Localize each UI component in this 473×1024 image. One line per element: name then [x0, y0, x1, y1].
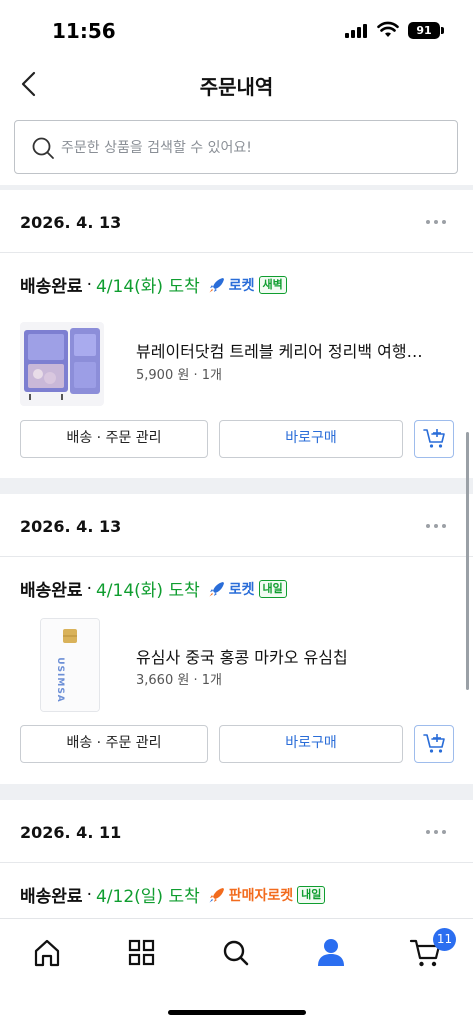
order-card: 2026. 4. 13 배송완료 · 4/14(화) 도착 로켓 새벽 뷰레이터…	[0, 190, 473, 478]
rocket-label: 판매자로켓	[228, 887, 294, 904]
separator-dot: ·	[86, 578, 92, 599]
delivery-badge: 새벽	[258, 275, 287, 294]
delivery-badge: 내일	[258, 579, 287, 598]
order-date: 2026. 4. 13	[20, 517, 122, 536]
sim-card-image	[41, 619, 99, 711]
divider	[0, 252, 473, 253]
manage-order-button[interactable]: 배송 · 주문 관리	[20, 420, 208, 458]
cart-count-badge: 11	[433, 928, 456, 951]
product-price: 3,660 원	[136, 673, 190, 688]
more-options-icon[interactable]	[426, 830, 448, 836]
rocket-icon	[209, 581, 224, 596]
more-options-icon[interactable]	[426, 524, 448, 530]
divider	[0, 556, 473, 557]
order-date: 2026. 4. 11	[20, 823, 122, 842]
delivery-status-label: 배송완료	[20, 581, 83, 601]
separator-dot: ·	[86, 274, 92, 295]
add-to-cart-icon	[423, 734, 445, 753]
more-options-icon[interactable]	[426, 220, 448, 226]
home-indicator	[168, 1010, 306, 1015]
separator-dot: ·	[193, 368, 202, 383]
rocket-delivery-tag: 로켓	[208, 579, 255, 599]
product-price-quantity: 5,900 원 · 1개	[136, 364, 222, 383]
search-placeholder: 주문한 상품을 검색할 수 있어요!	[61, 140, 252, 156]
battery-icon: 91	[408, 22, 440, 39]
arrival-date: 4/14(화) 도착	[95, 277, 200, 297]
travel-organizer-bag-image	[20, 322, 104, 406]
status-time: 11:56	[52, 19, 116, 43]
scrollbar[interactable]	[466, 432, 469, 690]
rocket-delivery-tag: 로켓	[208, 275, 255, 295]
add-to-cart-button[interactable]	[414, 725, 454, 763]
delivery-status-label: 배송완료	[20, 277, 83, 297]
product-quantity: 1개	[201, 673, 222, 688]
delivery-badge: 내일	[297, 885, 326, 904]
section-gap	[0, 478, 473, 494]
home-icon[interactable]	[25, 935, 69, 971]
arrival-date: 4/12(일) 도착	[95, 887, 200, 907]
arrival-date: 4/14(화) 도착	[95, 581, 200, 601]
rocket-label: 로켓	[228, 581, 255, 598]
separator-dot: ·	[86, 884, 92, 905]
product-quantity: 1개	[201, 368, 222, 383]
rocket-icon	[209, 887, 224, 902]
product-thumbnail[interactable]: USIMSA	[40, 618, 100, 712]
section-gap	[0, 784, 473, 800]
order-card: 2026. 4. 13 배송완료 · 4/14(화) 도착 로켓 내일 USIM…	[0, 494, 473, 784]
cellular-signal-icon	[345, 24, 371, 38]
status-bar: 11:56 91	[0, 0, 473, 60]
add-to-cart-icon	[423, 429, 445, 448]
manage-order-button[interactable]: 배송 · 주문 관리	[20, 725, 208, 763]
page-title: 주문내역	[199, 75, 274, 99]
category-grid-icon[interactable]	[120, 935, 164, 971]
wifi-icon	[377, 21, 399, 37]
order-card: 2026. 4. 11 배송완료 · 4/12(일) 도착 판매자로켓 내일	[0, 800, 473, 918]
my-account-icon[interactable]	[309, 935, 353, 971]
order-search-input[interactable]: 주문한 상품을 검색할 수 있어요!	[14, 120, 458, 174]
search-icon	[32, 137, 54, 159]
rocket-icon	[209, 277, 224, 292]
delivery-status-label: 배송완료	[20, 887, 83, 907]
product-price-quantity: 3,660 원 · 1개	[136, 669, 222, 688]
buy-now-button[interactable]: 바로구매	[219, 420, 403, 458]
sim-brand-label: USIMSA	[54, 657, 65, 703]
product-name[interactable]: 뷰레이터닷컴 트레블 케리어 정리백 여행…	[136, 338, 456, 362]
order-date: 2026. 4. 13	[20, 213, 122, 232]
seller-rocket-delivery-tag: 판매자로켓	[208, 885, 293, 905]
add-to-cart-button[interactable]	[414, 420, 454, 458]
delivery-status: 배송완료 · 4/14(화) 도착 로켓 새벽	[20, 272, 287, 297]
rocket-label: 로켓	[228, 277, 255, 294]
delivery-status: 배송완료 · 4/14(화) 도착 로켓 내일	[20, 576, 287, 601]
separator-dot: ·	[193, 673, 202, 688]
product-thumbnail[interactable]	[20, 322, 104, 406]
delivery-status: 배송완료 · 4/12(일) 도착 판매자로켓 내일	[20, 882, 326, 907]
header: 주문내역	[0, 60, 473, 110]
product-price: 5,900 원	[136, 368, 190, 383]
product-name[interactable]: 유심사 중국 홍콩 마카오 유심칩	[136, 644, 456, 668]
battery-tip	[441, 27, 444, 34]
divider	[0, 862, 473, 863]
search-icon[interactable]	[214, 935, 258, 971]
bottom-tab-bar	[0, 918, 473, 1024]
buy-now-button[interactable]: 바로구매	[219, 725, 403, 763]
